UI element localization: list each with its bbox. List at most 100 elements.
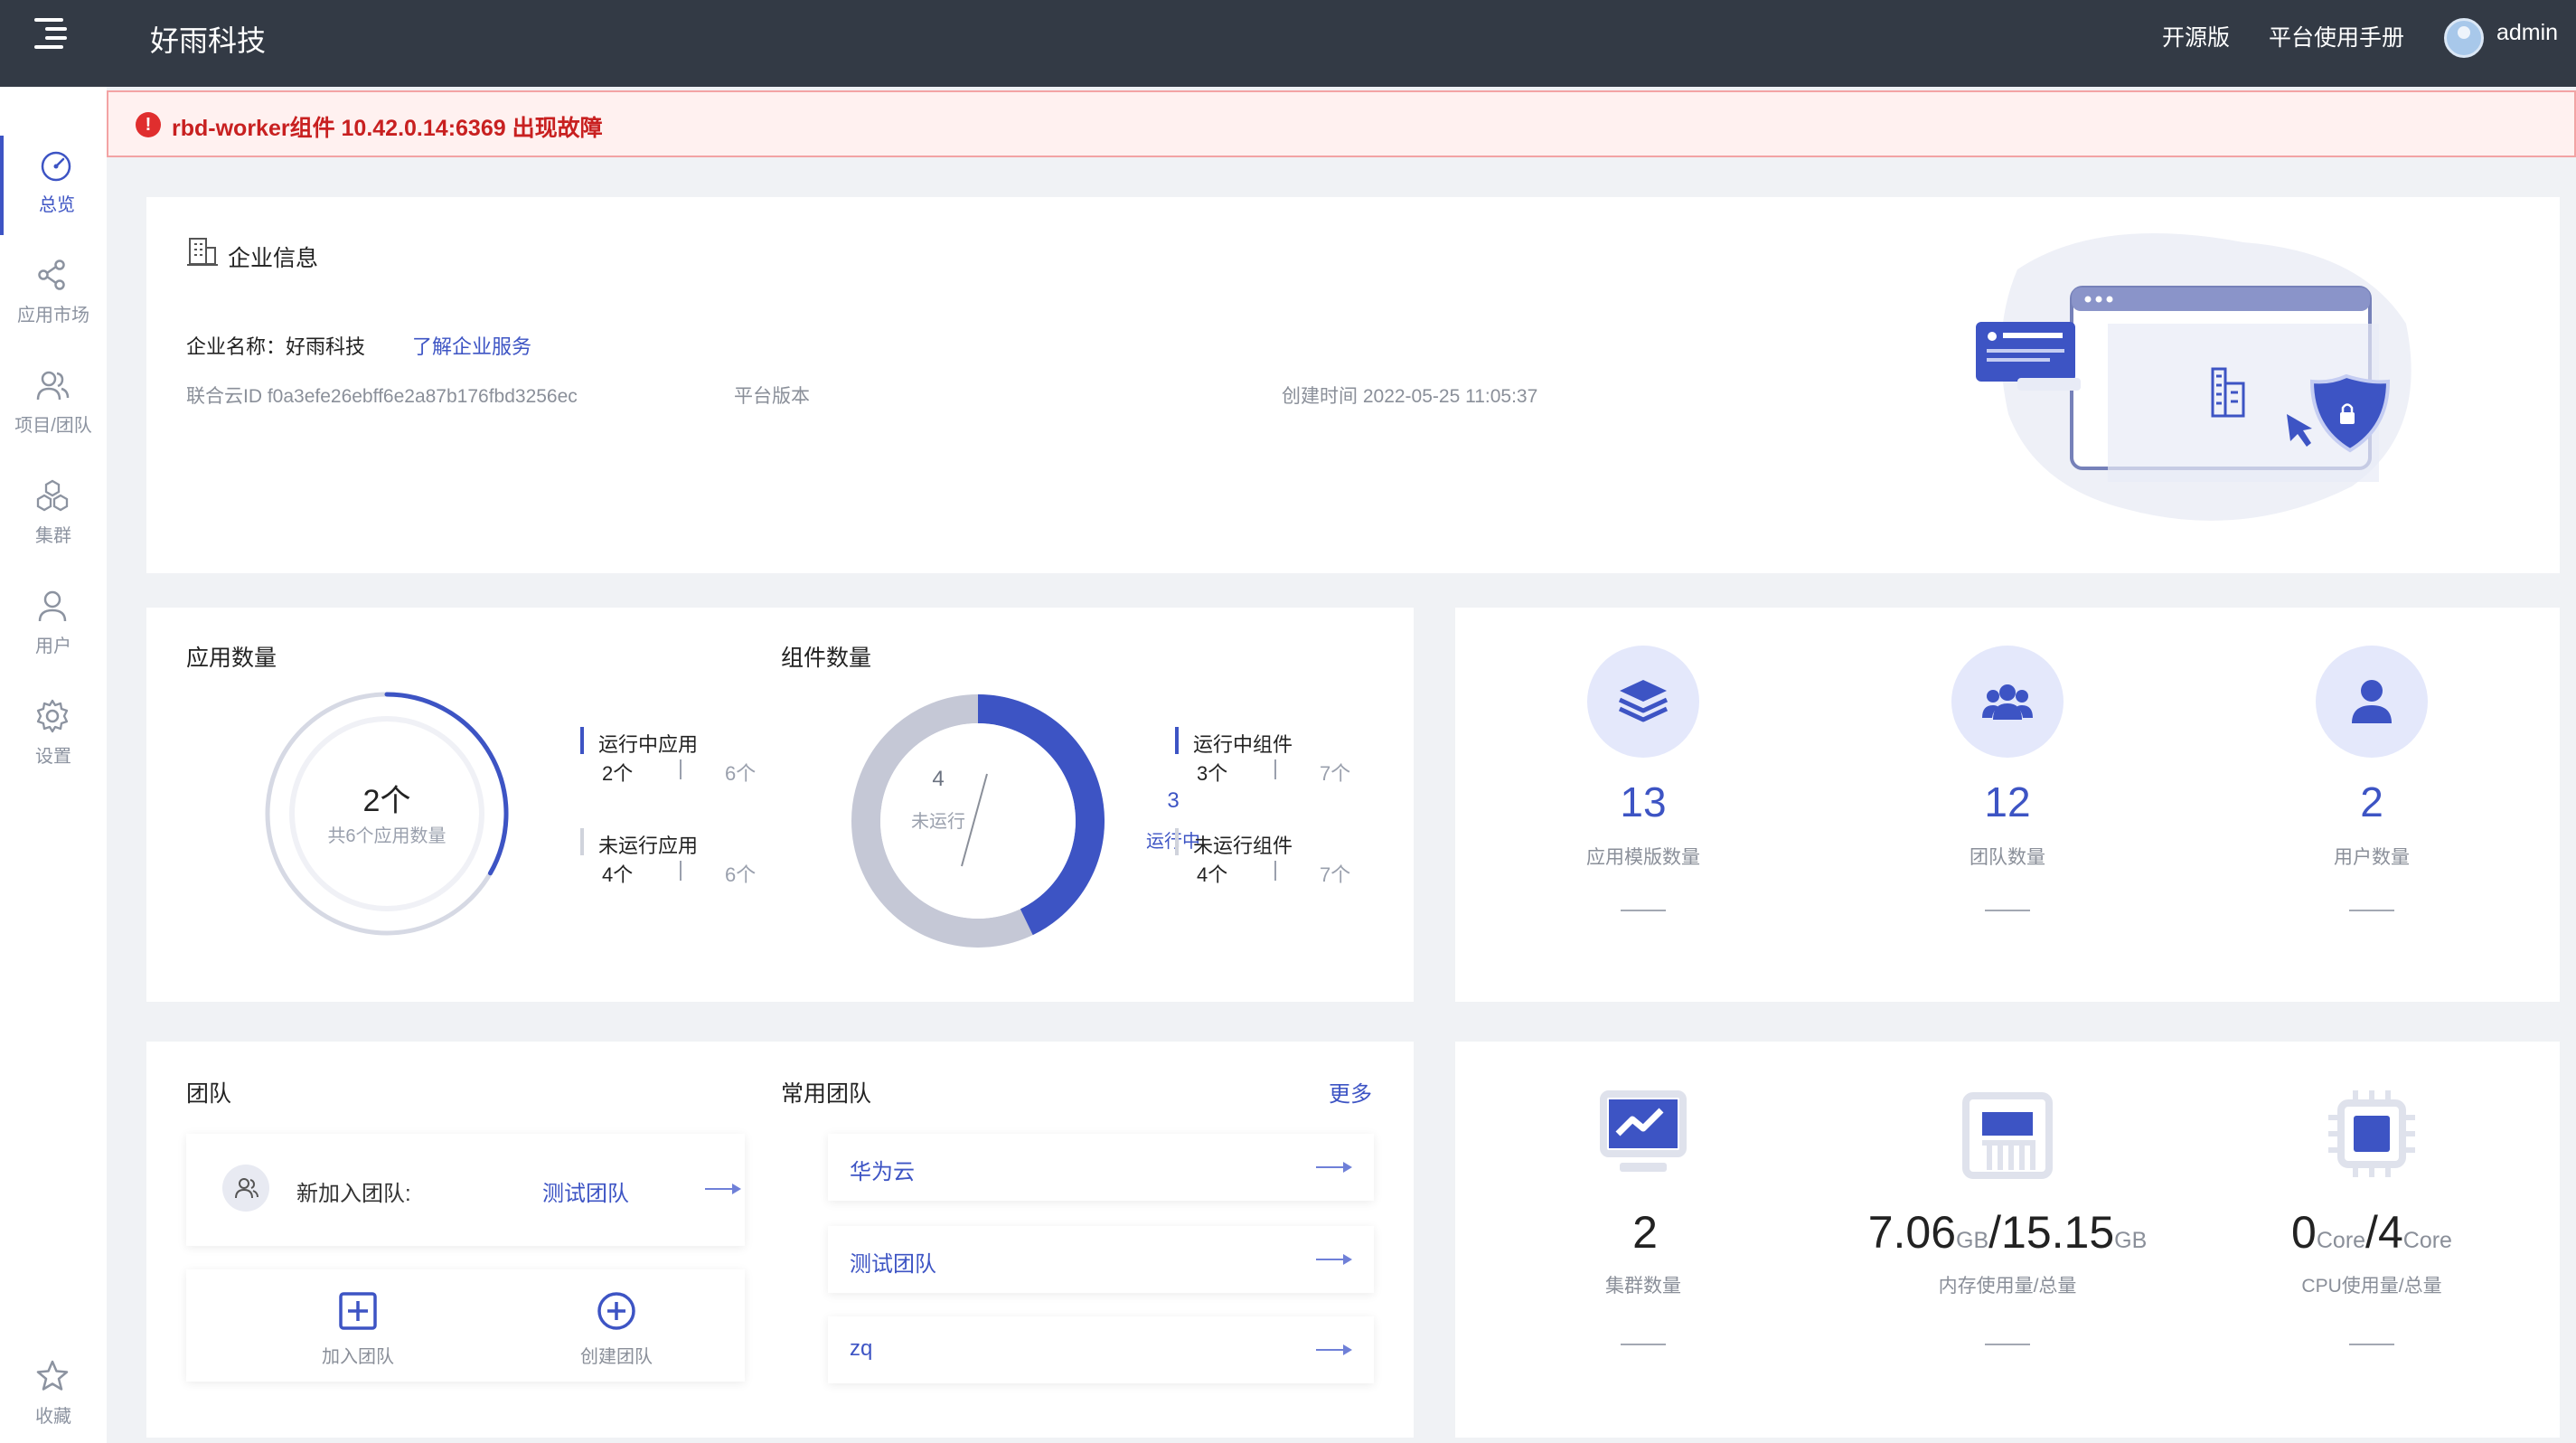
avatar[interactable] — [2444, 18, 2484, 58]
join-team-button[interactable]: 加入团队 — [295, 1286, 421, 1372]
legend-divider — [680, 759, 682, 779]
enterprise-name: 企业名称：好雨科技 — [186, 335, 366, 358]
divider-line — [1985, 910, 2030, 911]
user-name[interactable]: admin — [2496, 20, 2558, 46]
team-name: zq — [850, 1336, 873, 1361]
created-time: 创建时间 2022-05-25 11:05:37 — [1282, 386, 1538, 407]
memory-total: 15.15 — [2001, 1207, 2115, 1258]
new-team-panel: 新加入团队: 测试团队 — [186, 1134, 745, 1246]
arrow-right-icon[interactable] — [705, 1184, 741, 1194]
arrow-right-icon — [1316, 1254, 1352, 1265]
stat-icon-bg — [2316, 646, 2428, 758]
enterprise-service-link[interactable]: 了解企业服务 — [412, 331, 531, 360]
user-icon — [38, 590, 67, 622]
stats-card: 13 应用模版数量 12 团队数量 2 用户数量 — [1455, 608, 2560, 1002]
sidebar-item-app-market[interactable]: 应用市场 — [0, 246, 107, 345]
create-team-button[interactable]: 创建团队 — [553, 1286, 680, 1372]
add-square-icon — [339, 1292, 377, 1330]
team-icon — [1982, 684, 2033, 720]
memory-icon — [1962, 1092, 2053, 1179]
legend-marker — [580, 828, 584, 855]
resource-card: 2 集群数量 7.06GB/15.15GB 内存使用量/总量 0Core/4Co… — [1455, 1042, 2560, 1438]
legend-marker — [1175, 727, 1179, 754]
team-count-label: 团队数量 — [1970, 847, 2045, 868]
teams-title: 团队 — [186, 1081, 232, 1107]
sidebar: 总览 应用市场 项目/团队 集群 用户 设置 收藏 — [0, 87, 107, 1443]
cluster-count: 2 — [1632, 1207, 1658, 1258]
open-source-link[interactable]: 开源版 — [2162, 20, 2230, 52]
cpu-used: 0 — [2291, 1207, 2317, 1258]
common-teams-title: 常用团队 — [781, 1081, 872, 1107]
template-count: 13 — [1620, 778, 1667, 825]
legend-divider — [1274, 759, 1276, 779]
legend-total: 7个 — [1320, 762, 1351, 785]
divider-line — [1985, 1344, 2030, 1345]
sidebar-item-users[interactable]: 用户 — [0, 577, 107, 676]
legend-marker — [1175, 828, 1179, 855]
cpu-total-unit: Core — [2402, 1228, 2452, 1253]
memory-used: 7.06 — [1867, 1207, 1957, 1258]
sidebar-item-settings[interactable]: 设置 — [0, 687, 107, 787]
stat-icon-bg — [1951, 646, 2064, 758]
legend-running-components: 运行中组件 — [1193, 733, 1293, 756]
legend-value: 2个 — [602, 762, 634, 785]
error-icon: ! — [136, 112, 161, 137]
memory-total-unit: GB — [2114, 1228, 2148, 1253]
divider-line — [1621, 910, 1666, 911]
enterprise-card: 企业信息 企业名称：好雨科技 了解企业服务 联合云ID f0a3efe26ebf… — [146, 197, 2560, 573]
memory-usage: 7.06GB/15.15GB — [1867, 1207, 2148, 1258]
sidebar-item-label: 应用市场 — [17, 306, 89, 325]
stat-icon-bg — [1587, 646, 1699, 758]
list-item[interactable]: 华为云 — [828, 1134, 1374, 1201]
new-join-label: 新加入团队: — [296, 1182, 411, 1206]
sidebar-item-label: 设置 — [35, 747, 71, 767]
list-item[interactable]: 测试团队 — [828, 1226, 1374, 1293]
platform-version: 平台版本 — [734, 386, 810, 407]
cpu-total: 4 — [2377, 1207, 2403, 1258]
cloud-id: 联合云ID f0a3efe26ebff6e2a87b176fbd3256ec — [186, 386, 578, 407]
enterprise-title: 企业信息 — [228, 246, 319, 271]
divider-line — [2349, 1344, 2394, 1345]
apps-center-main: 2个 — [362, 784, 411, 818]
sidebar-item-label: 项目/团队 — [14, 416, 92, 436]
apps-center-sub: 共6个应用数量 — [327, 826, 447, 846]
brand-name: 好雨科技 — [150, 24, 267, 57]
monitor-icon — [1600, 1090, 1687, 1172]
user-count: 2 — [2360, 778, 2383, 825]
team-name: 华为云 — [850, 1160, 915, 1184]
memory-usage-label: 内存使用量/总量 — [1938, 1276, 2077, 1297]
users-icon — [36, 371, 70, 401]
sidebar-item-overview[interactable]: 总览 — [0, 136, 107, 235]
sidebar-item-label: 收藏 — [35, 1407, 71, 1427]
legend-value: 3个 — [1197, 762, 1228, 785]
sidebar-item-label: 总览 — [39, 195, 75, 215]
top-header: 好雨科技 开源版 平台使用手册 admin — [0, 0, 2576, 87]
legend-stopped-apps: 未运行应用 — [598, 835, 699, 857]
add-circle-icon — [597, 1292, 635, 1330]
team-count: 12 — [1984, 778, 2031, 825]
more-link[interactable]: 更多 — [1329, 1076, 1372, 1108]
manual-link[interactable]: 平台使用手册 — [2269, 20, 2404, 52]
share-icon — [38, 259, 65, 290]
list-item[interactable]: zq — [828, 1316, 1374, 1383]
components-title: 组件数量 — [781, 646, 872, 671]
user-count-label: 用户数量 — [2334, 847, 2410, 868]
legend-divider — [1274, 861, 1276, 881]
user-icon — [2352, 680, 2392, 723]
menu-toggle-icon[interactable] — [34, 18, 71, 49]
legend-total: 6个 — [725, 863, 757, 886]
team-name: 测试团队 — [850, 1252, 936, 1277]
dashboard-icon — [41, 151, 71, 182]
create-team-label: 创建团队 — [580, 1347, 653, 1367]
enterprise-illustration — [1976, 233, 2411, 521]
layers-icon — [1618, 680, 1669, 722]
cpu-usage: 0Core/4Core — [2291, 1207, 2452, 1258]
template-count-label: 应用模版数量 — [1586, 847, 1700, 868]
new-join-team-link[interactable]: 测试团队 — [542, 1175, 629, 1207]
sidebar-item-favorites[interactable]: 收藏 — [0, 1347, 107, 1443]
cpu-usage-label: CPU使用量/总量 — [2301, 1276, 2442, 1297]
legend-total: 7个 — [1320, 863, 1351, 886]
legend-stopped-components: 未运行组件 — [1193, 835, 1293, 857]
sidebar-item-projects[interactable]: 项目/团队 — [0, 356, 107, 456]
sidebar-item-clusters[interactable]: 集群 — [0, 467, 107, 566]
